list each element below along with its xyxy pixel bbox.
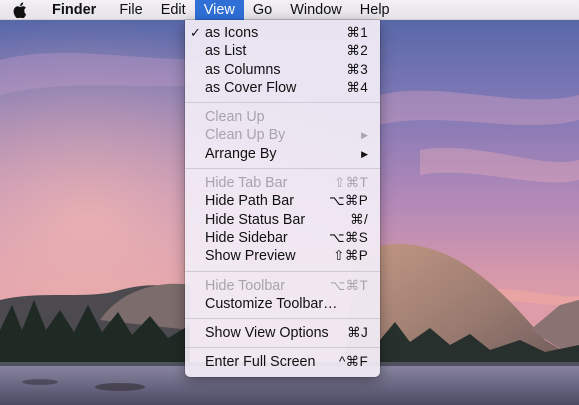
menu-window[interactable]: Window (281, 0, 351, 20)
menu-view[interactable]: View (194, 0, 244, 20)
apple-menu[interactable] (0, 0, 40, 20)
menu-item-label: Customize Toolbar… (205, 295, 338, 312)
checkmark-icon: ✓ (190, 25, 201, 40)
menu-item-as-icons[interactable]: ✓ as Icons ⌘1 (185, 24, 380, 42)
menu-go[interactable]: Go (244, 0, 281, 20)
menu-file[interactable]: File (110, 0, 151, 20)
menu-item-shortcut: ⌥⌘T (329, 277, 368, 293)
menu-item-shortcut: ⇧⌘T (334, 175, 368, 191)
menu-item-shortcut: ⌥⌘P (329, 193, 368, 209)
menu-item-shortcut: ⌘2 (346, 43, 368, 59)
menu-item-label: Show Preview (205, 248, 296, 265)
menu-item-label: Hide Toolbar (205, 277, 286, 294)
menu-item-hide-tab-bar: Hide Tab Bar ⇧⌘T (185, 174, 380, 192)
menu-separator (185, 318, 380, 320)
apple-logo-icon (13, 1, 27, 18)
menu-item-shortcut: ⌘J (347, 325, 368, 341)
menu-item-customize-toolbar[interactable]: Customize Toolbar… (185, 295, 380, 313)
menu-item-clean-up-by: Clean Up By ▶ (185, 126, 380, 144)
menu-item-hide-status-bar[interactable]: Hide Status Bar ⌘/ (185, 211, 380, 229)
menu-item-hide-sidebar[interactable]: Hide Sidebar ⌥⌘S (185, 229, 380, 247)
menu-separator (185, 102, 380, 104)
menu-item-label: as Icons (205, 25, 259, 41)
menu-item-clean-up: Clean Up (185, 108, 380, 126)
menu-item-hide-toolbar: Hide Toolbar ⌥⌘T (185, 277, 380, 295)
menu-item-label: Clean Up (205, 109, 265, 126)
menu-item-label: Show View Options (205, 325, 329, 342)
menu-item-label: Enter Full Screen (205, 354, 316, 371)
menu-item-shortcut: ⌘4 (346, 79, 368, 95)
menu-item-as-list[interactable]: as List ⌘2 (185, 42, 380, 60)
menu-item-shortcut: ⇧⌘P (333, 248, 368, 264)
menu-separator (185, 347, 380, 349)
menu-separator (185, 270, 380, 272)
menu-item-label: as Columns (205, 61, 281, 78)
menu-item-enter-full-screen[interactable]: Enter Full Screen ^⌘F (185, 353, 380, 371)
menu-item-label: Hide Status Bar (205, 211, 306, 228)
menu-item-shortcut: ⌘/ (350, 211, 368, 227)
menu-item-label: Hide Sidebar (205, 229, 288, 246)
menu-item-label: as Cover Flow (205, 79, 297, 96)
menu-item-label: Hide Tab Bar (205, 175, 288, 192)
menu-item-label: Hide Path Bar (205, 193, 295, 210)
menu-edit[interactable]: Edit (152, 0, 195, 20)
menu-item-label: Clean Up By (205, 127, 286, 144)
menu-item-as-columns[interactable]: as Columns ⌘3 (185, 61, 380, 79)
menu-item-shortcut: ⌘1 (346, 25, 368, 40)
menu-item-shortcut: ⌥⌘S (329, 229, 368, 245)
menu-help[interactable]: Help (351, 0, 399, 20)
menu-item-show-view-options[interactable]: Show View Options ⌘J (185, 324, 380, 342)
menu-item-as-cover-flow[interactable]: as Cover Flow ⌘4 (185, 79, 380, 97)
menu-item-shortcut: ⌘3 (346, 61, 368, 77)
menu-item-shortcut: ^⌘F (339, 354, 368, 370)
view-dropdown-menu: ✓ as Icons ⌘1 as List ⌘2 as Columns ⌘3 a… (185, 20, 380, 377)
menu-finder[interactable]: Finder (40, 0, 110, 20)
submenu-arrow-icon: ▶ (361, 130, 368, 141)
menu-item-arrange-by[interactable]: Arrange By ▶ (185, 145, 380, 163)
menu-item-hide-path-bar[interactable]: Hide Path Bar ⌥⌘P (185, 192, 380, 210)
menu-separator (185, 168, 380, 170)
menu-item-show-preview[interactable]: Show Preview ⇧⌘P (185, 247, 380, 265)
submenu-arrow-icon: ▶ (361, 148, 368, 159)
menu-item-label: as List (205, 43, 247, 60)
menu-bar: Finder File Edit View Go Window Help (0, 0, 579, 20)
menu-item-label: Arrange By (205, 145, 277, 162)
